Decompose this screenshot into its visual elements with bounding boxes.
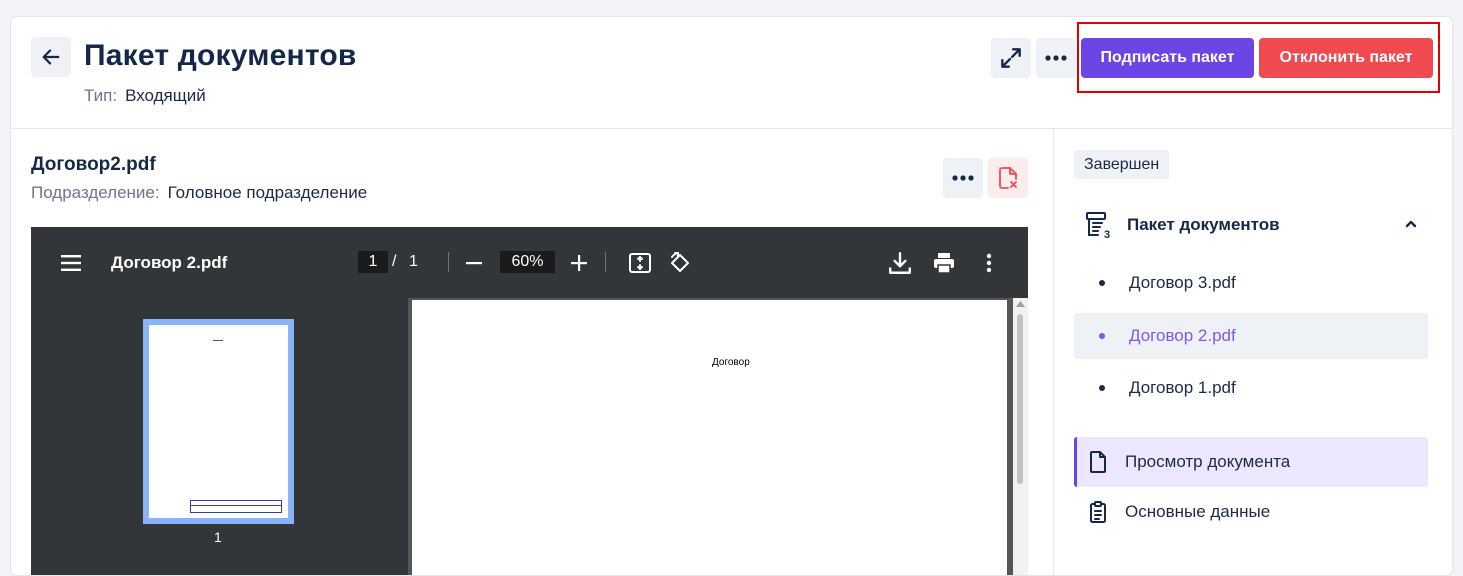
toolbar-divider <box>605 252 606 272</box>
page-title: Пакет документов <box>84 39 357 72</box>
type-info: Тип: Входящий <box>84 86 206 106</box>
page-separator: / <box>392 253 397 270</box>
pdf-toolbar: Договор 2.pdf 1 / 1 60% <box>31 227 1028 298</box>
nav-label: Основные данные <box>1125 502 1271 521</box>
more-horizontal-icon <box>1045 55 1067 61</box>
pdf-page: Договор <box>412 300 1007 575</box>
toolbar-divider <box>448 252 449 272</box>
total-pages: 1 <box>409 253 418 270</box>
document-more-button[interactable] <box>943 158 983 198</box>
subdivision-info: Подразделение: Головное подразделение <box>31 183 367 203</box>
print-button[interactable] <box>930 249 958 277</box>
thumbnail-number: 1 <box>214 529 222 545</box>
package-header[interactable]: 3 Пакет документов <box>1084 207 1434 243</box>
bullet-icon <box>1099 333 1105 339</box>
subdivision-value: Головное подразделение <box>167 183 368 202</box>
package-title: Пакет документов <box>1127 215 1280 234</box>
expand-icon <box>1001 48 1021 68</box>
package-document-label: Договор 1.pdf <box>1129 378 1236 397</box>
rotate-icon <box>671 252 689 272</box>
sign-package-button[interactable]: Подписать пакет <box>1081 38 1254 78</box>
minus-icon <box>466 262 482 265</box>
thumbnail-page <box>149 325 288 518</box>
zoom-input[interactable]: 60% <box>500 251 555 273</box>
nav-document-view[interactable]: Просмотр документа <box>1074 437 1428 487</box>
zoom-out-button[interactable] <box>463 251 485 275</box>
delete-document-button[interactable] <box>988 158 1028 198</box>
file-icon <box>1086 450 1110 474</box>
back-button[interactable] <box>31 37 71 77</box>
bullet-icon <box>1099 385 1105 391</box>
page-canvas: Договор <box>408 298 1028 575</box>
pdf-viewer: Договор 2.pdf 1 / 1 60% 1 Договор <box>31 227 1028 575</box>
status-badge: Завершен <box>1074 150 1170 179</box>
package-document-item[interactable]: Договор 3.pdf <box>1074 260 1428 306</box>
print-icon <box>934 253 954 274</box>
file-remove-icon <box>999 167 1017 189</box>
download-icon <box>889 252 911 274</box>
scroll-thumb[interactable] <box>1017 314 1023 484</box>
page-number-input[interactable]: 1 <box>358 251 388 273</box>
package-document-label: Договор 3.pdf <box>1129 273 1236 292</box>
viewer-scrollbar[interactable] <box>1013 298 1028 575</box>
package-document-item[interactable]: Договор 1.pdf <box>1074 365 1428 411</box>
package-document-item-active[interactable]: Договор 2.pdf <box>1074 313 1428 359</box>
nav-main-data[interactable]: Основные данные <box>1074 487 1428 537</box>
reject-package-button[interactable]: Отклонить пакет <box>1259 38 1433 78</box>
arrow-left-icon <box>42 49 60 65</box>
chevron-up-icon[interactable] <box>1402 215 1420 233</box>
type-label: Тип: <box>84 86 118 105</box>
menu-icon <box>61 255 81 271</box>
thumbnail-signature-stamp <box>190 500 282 513</box>
scroll-up-icon <box>1016 301 1025 307</box>
more-vertical-icon <box>986 253 992 273</box>
page-thumbnail[interactable] <box>143 319 294 524</box>
nav-label: Просмотр документа <box>1125 452 1291 471</box>
more-options-button[interactable] <box>1036 38 1076 78</box>
header-divider <box>11 128 1452 129</box>
fit-page-button[interactable] <box>627 250 653 276</box>
document-package-card: Пакет документов Тип: Входящий Подписать … <box>10 16 1453 576</box>
pdf-page-text: Договор <box>712 357 750 368</box>
pdf-filename: Договор 2.pdf <box>111 253 228 272</box>
thumbnail-pane: 1 <box>31 298 408 575</box>
panel-divider <box>1053 128 1054 575</box>
thumbnail-title-mark <box>213 340 223 341</box>
more-horizontal-icon <box>952 175 974 181</box>
document-name: Договор2.pdf <box>31 154 156 175</box>
package-document-label: Договор 2.pdf <box>1129 326 1236 345</box>
fit-page-icon <box>629 253 651 273</box>
type-value: Входящий <box>125 86 206 105</box>
plus-icon <box>571 255 587 271</box>
rotate-button[interactable] <box>667 250 693 276</box>
expand-button[interactable] <box>991 38 1031 78</box>
download-button[interactable] <box>886 249 914 277</box>
zoom-in-button[interactable] <box>568 251 590 275</box>
clipboard-icon <box>1086 500 1110 524</box>
package-count: 3 <box>1104 229 1111 241</box>
viewer-more-button[interactable] <box>979 249 999 277</box>
menu-button[interactable] <box>58 251 84 275</box>
subdivision-label: Подразделение: <box>31 183 160 202</box>
bullet-icon <box>1099 280 1105 286</box>
